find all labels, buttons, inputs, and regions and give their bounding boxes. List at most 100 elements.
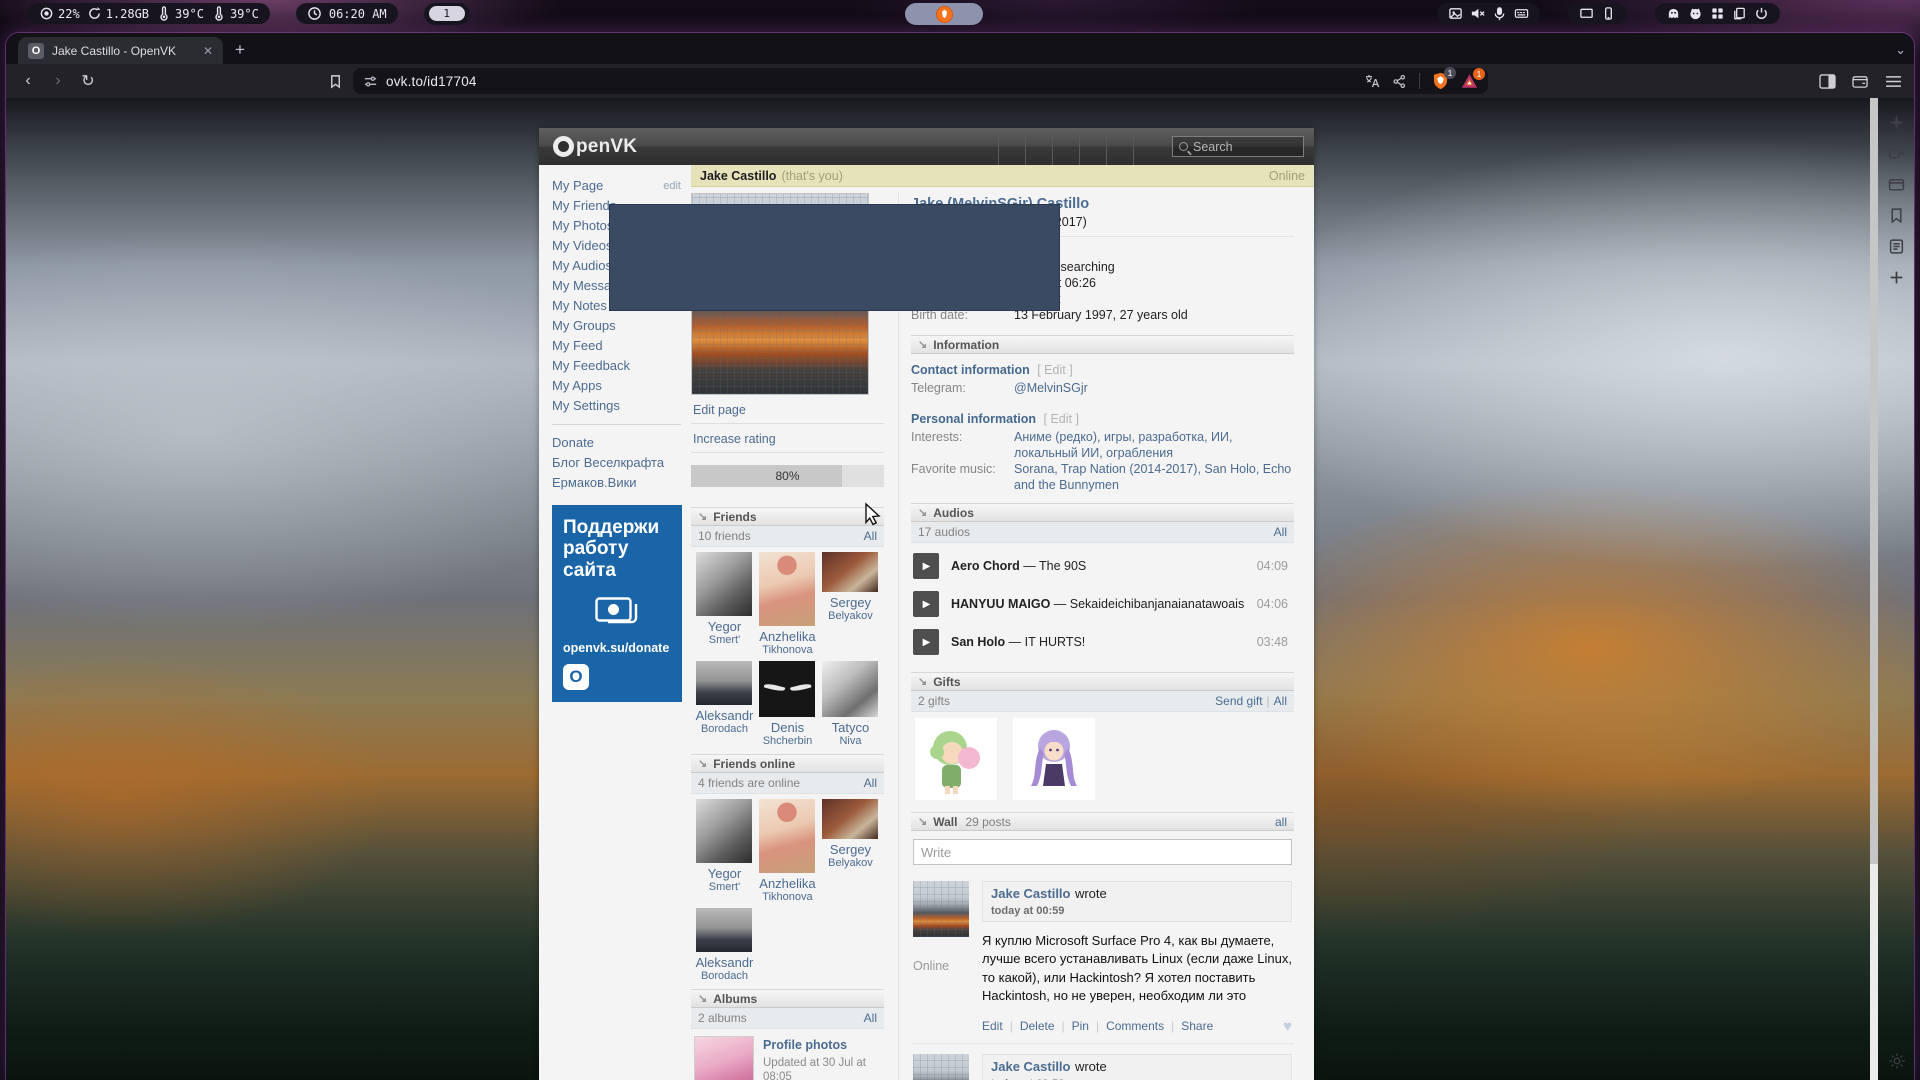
albums-all-link[interactable]: All <box>864 1011 877 1025</box>
friend-card[interactable]: Aleksandr Borodach <box>693 908 756 982</box>
send-gift-link[interactable]: Send gift <box>1215 694 1262 708</box>
friend-last-name[interactable]: Shcherbin <box>763 735 813 747</box>
clock-widget[interactable]: 06:20 AM <box>296 3 398 24</box>
track-artist[interactable]: Aero Chord <box>951 559 1020 573</box>
camera-icon[interactable] <box>1888 145 1905 162</box>
nav-link[interactable] <box>998 128 1025 165</box>
friend-last-name[interactable]: Niva <box>839 735 861 747</box>
sidebar-settings-gear-icon[interactable] <box>1888 1052 1906 1070</box>
albums-header[interactable]: ↘ Albums <box>691 989 884 1008</box>
nav-link[interactable] <box>1025 128 1052 165</box>
friend-avatar[interactable] <box>696 799 752 863</box>
audios-header[interactable]: ↘ Audios <box>911 503 1294 522</box>
friend-first-name[interactable]: Sergey <box>830 595 871 610</box>
menu-item[interactable]: My Page edit <box>552 176 681 196</box>
wall-all-link[interactable]: all <box>1275 815 1287 829</box>
keyboard-icon[interactable] <box>1514 6 1529 21</box>
system-stats[interactable]: 22% 1.28GB 39°C 39°C <box>28 3 270 24</box>
gifts-header[interactable]: ↘ Gifts <box>911 672 1294 691</box>
openvk-logo[interactable]: penVK <box>539 136 651 158</box>
contact-edit-link[interactable]: [ Edit ] <box>1037 363 1072 377</box>
menu-item[interactable]: My Settings <box>552 396 681 416</box>
friend-first-name[interactable]: Aleksandr <box>696 955 754 970</box>
friend-first-name[interactable]: Denis <box>771 720 804 735</box>
friend-avatar[interactable] <box>696 908 752 952</box>
friend-first-name[interactable]: Sergey <box>830 842 871 857</box>
grid-apps-icon[interactable] <box>1710 6 1725 21</box>
wallet-icon[interactable] <box>1852 74 1869 89</box>
gifts-all-link[interactable]: All <box>1274 694 1287 708</box>
friend-first-name[interactable]: Tatyco <box>832 720 870 735</box>
friends-online-header[interactable]: ↘ Friends online <box>691 754 884 773</box>
section-collapse-icon[interactable]: ↘ <box>918 675 927 688</box>
friend-first-name[interactable]: Anzhelika <box>759 876 815 891</box>
gift-image-purple-girl[interactable] <box>1013 718 1095 800</box>
information-header[interactable]: ↘ Information <box>911 335 1294 354</box>
menu-hamburger-icon[interactable] <box>1885 75 1902 88</box>
post-author-link[interactable]: Jake Castillo <box>991 886 1071 901</box>
address-bar[interactable]: ovk.to/id17704 1 1 <box>353 68 1488 94</box>
scrollbar-thumb[interactable] <box>1870 98 1878 864</box>
menu-item[interactable]: My Feed <box>552 336 681 356</box>
personal-edit-link[interactable]: [ Edit ] <box>1044 412 1079 426</box>
friend-avatar[interactable] <box>696 552 752 616</box>
post-timestamp[interactable]: today at 00:59 <box>991 905 1283 917</box>
track-title[interactable]: IT HURTS! <box>1025 635 1086 649</box>
donate-banner[interactable]: Поддержи работу сайта openvk.su/donate O <box>552 505 682 702</box>
friend-avatar[interactable] <box>822 661 878 717</box>
friend-card[interactable]: Yegor Smert' <box>693 552 756 656</box>
new-tab-button[interactable]: + <box>235 40 245 64</box>
search-input[interactable] <box>1193 140 1297 154</box>
power-icon[interactable] <box>1754 6 1769 21</box>
header-search[interactable] <box>1172 136 1304 157</box>
friend-first-name[interactable]: Yegor <box>708 866 742 881</box>
friends-all-link[interactable]: All <box>864 529 877 543</box>
friend-avatar[interactable] <box>822 552 878 592</box>
play-button[interactable]: ▶ <box>913 591 939 617</box>
track-artist[interactable]: HANYUU MAIGO <box>951 597 1050 611</box>
page-scrollbar[interactable] <box>1870 98 1878 1080</box>
brave-shield-icon[interactable]: 1 <box>1432 72 1449 90</box>
nav-link[interactable] <box>1106 128 1133 165</box>
nav-link[interactable] <box>1133 128 1160 165</box>
friend-card[interactable]: Anzhelika Tikhonova <box>756 552 819 656</box>
clipboard-icon[interactable] <box>1732 6 1747 21</box>
menu-link[interactable]: Блог Веселкрафта <box>552 453 681 473</box>
friend-last-name[interactable]: Smert' <box>709 881 740 893</box>
back-button[interactable]: ‹ <box>18 72 38 90</box>
friend-card[interactable]: Sergey Belyakov <box>819 552 882 656</box>
post-comments-link[interactable]: Comments <box>1089 1019 1164 1033</box>
wall-write-input[interactable] <box>913 839 1292 865</box>
menu-item-edit-link[interactable]: edit <box>663 176 681 196</box>
friend-card[interactable]: Anzhelika Tikhonova <box>756 799 819 903</box>
site-settings-icon[interactable] <box>363 74 378 89</box>
section-collapse-icon[interactable]: ↘ <box>918 815 927 828</box>
menu-link[interactable]: Donate <box>552 433 681 453</box>
friend-avatar[interactable] <box>759 799 815 873</box>
menu-link[interactable]: Ермаков.Вики <box>552 473 681 493</box>
friend-first-name[interactable]: Anzhelika <box>759 629 815 644</box>
workspace-indicator[interactable]: 1 <box>424 3 470 25</box>
friend-last-name[interactable]: Belyakov <box>828 857 873 869</box>
ghost-icon[interactable] <box>1666 6 1681 21</box>
volume-muted-icon[interactable] <box>1470 6 1485 21</box>
album-thumbnail[interactable] <box>694 1036 754 1080</box>
section-collapse-icon[interactable]: ↘ <box>918 506 927 519</box>
menu-item[interactable]: My Feedback <box>552 356 681 376</box>
friend-last-name[interactable]: Tikhonova <box>762 644 812 656</box>
play-button[interactable]: ▶ <box>913 629 939 655</box>
edit-page-link[interactable]: Edit page <box>691 395 884 424</box>
friend-card[interactable]: Sergey Belyakov <box>819 799 882 903</box>
friend-avatar[interactable] <box>759 661 815 717</box>
bookmarks-panel-icon[interactable] <box>1888 207 1905 224</box>
audios-all-link[interactable]: All <box>1274 525 1287 539</box>
tray-face-icon[interactable] <box>1688 6 1703 21</box>
friend-avatar[interactable] <box>759 552 815 626</box>
nav-link[interactable] <box>1079 128 1106 165</box>
friend-first-name[interactable]: Aleksandr <box>696 708 754 723</box>
friend-card[interactable]: Tatyco Niva <box>819 661 882 747</box>
section-collapse-icon[interactable]: ↘ <box>698 992 707 1005</box>
wall-header[interactable]: ↘ Wall 29 posts all <box>911 812 1294 831</box>
brave-rewards-icon[interactable]: 1 <box>1461 73 1478 89</box>
brave-tray-pill[interactable] <box>905 3 983 25</box>
